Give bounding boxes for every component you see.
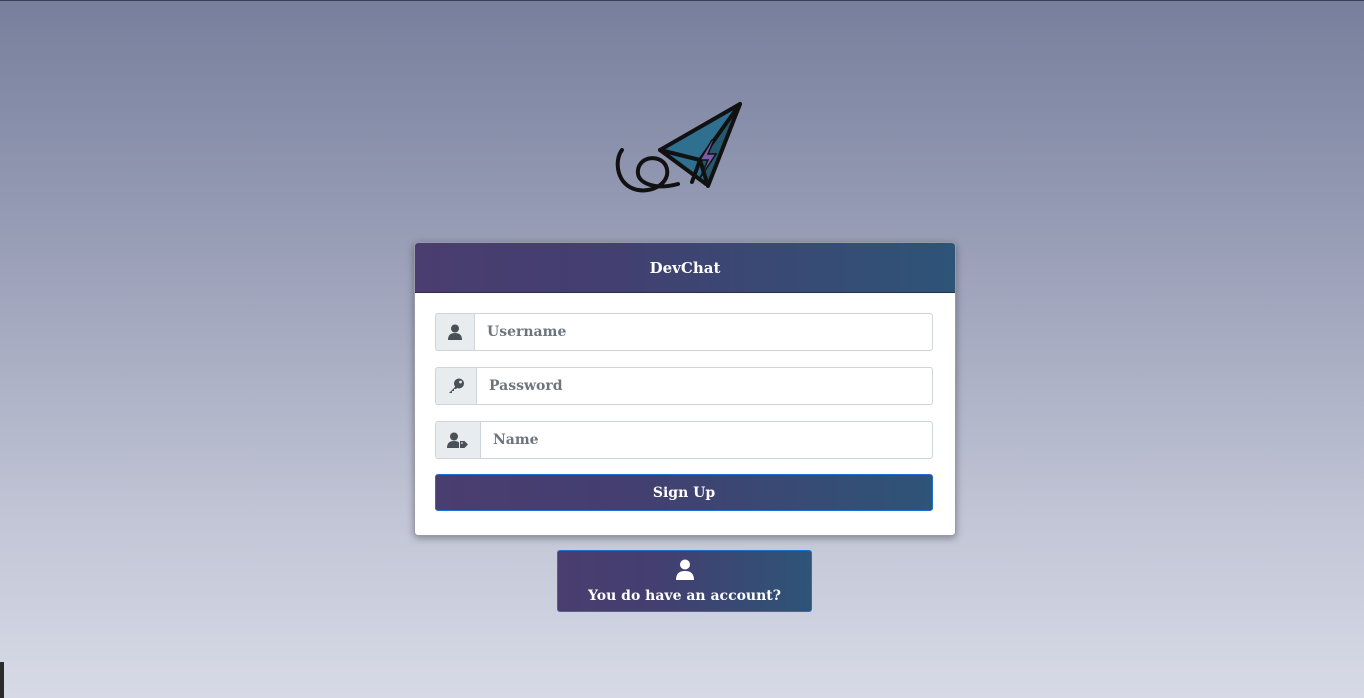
user-icon (675, 559, 694, 584)
paper-plane-logo-icon (608, 98, 750, 198)
username-field-group (435, 313, 933, 351)
user-tag-icon (435, 421, 480, 459)
card-title: DevChat (415, 243, 955, 293)
signup-card: DevChat Username Name Sign Up (414, 242, 956, 536)
user-icon (435, 313, 474, 351)
have-account-button[interactable]: You do have an account? (557, 550, 812, 612)
password-field-group (435, 367, 933, 405)
corner-marker (0, 662, 4, 698)
username-input[interactable] (474, 313, 933, 351)
name-field-group (435, 421, 933, 459)
have-account-label: You do have an account? (588, 587, 781, 604)
key-icon (435, 367, 476, 405)
name-input[interactable] (480, 421, 933, 459)
top-border (0, 0, 1364, 1)
sign-up-button[interactable]: Sign Up (435, 474, 933, 511)
password-input[interactable] (476, 367, 933, 405)
